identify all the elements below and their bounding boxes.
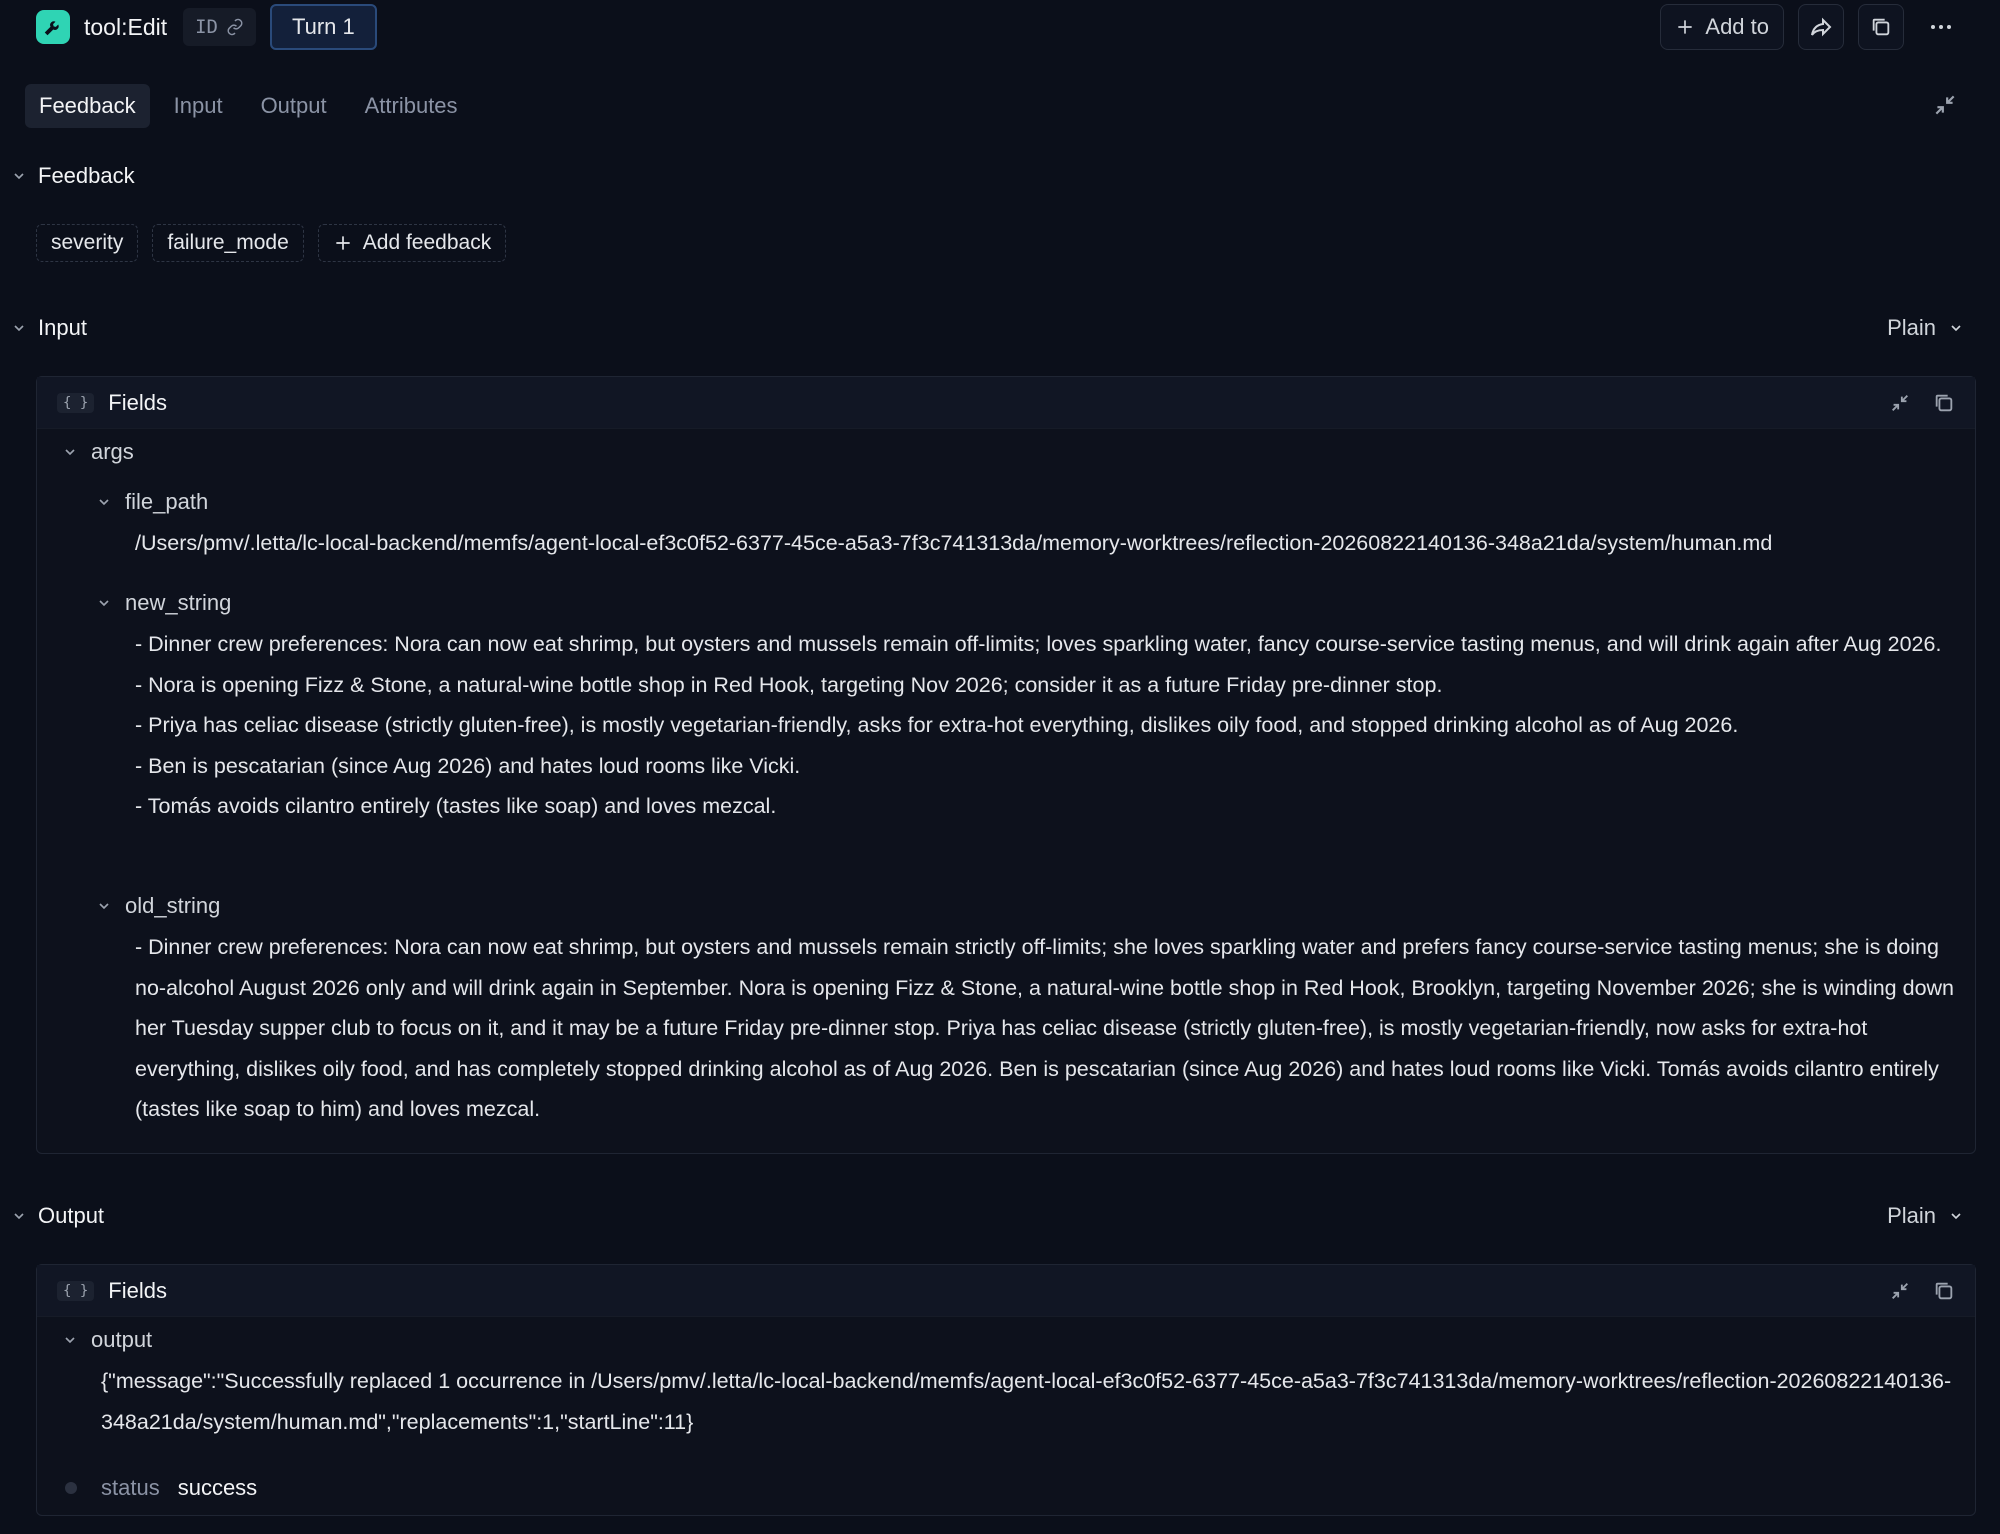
collapse-all-button[interactable] [1932,92,1958,118]
turn-button[interactable]: Turn 1 [270,4,377,50]
copy-icon[interactable] [1933,1280,1955,1302]
collapse-icon[interactable] [1889,392,1911,414]
tab-feedback[interactable]: Feedback [25,84,150,128]
add-feedback-label: Add feedback [362,231,492,254]
tree-node-status: status success [65,1475,257,1501]
add-to-button[interactable]: Add to [1660,4,1784,50]
tree-key: args [91,439,134,464]
tab-attributes[interactable]: Attributes [351,84,472,128]
old-string-value: - Dinner crew preferences: Nora can now … [135,935,1960,1121]
feedback-chips: severity failure_mode Add feedback [36,224,507,262]
chevron-down-icon [6,320,32,336]
tree-key: new_string [125,590,232,615]
tab-bar: Feedback Input Output Attributes [25,84,472,128]
feedback-heading: Feedback [38,163,135,188]
chevron-down-icon [57,444,83,460]
input-section-header[interactable]: Input Plain [0,310,2000,346]
chevron-down-icon [1948,320,1964,336]
tree-key: file_path [125,489,209,514]
output-panel-title: Fields [108,1277,167,1303]
chevron-down-icon [1948,1208,1964,1224]
tab-output[interactable]: Output [247,84,341,128]
output-panel-actions [1889,1280,1955,1302]
tree-node-file-path[interactable]: file_path [91,489,208,515]
copy-icon [1870,16,1892,38]
feedback-chip-failure-mode[interactable]: failure_mode [152,224,304,262]
chevron-down-icon [57,1332,83,1348]
output-value: {"message":"Successfully replaced 1 occu… [101,1369,1952,1434]
wrench-icon [36,10,70,44]
braces-icon: { } [57,1280,95,1301]
tree-key: status [101,1475,160,1500]
feedback-chip-severity[interactable]: severity [36,224,139,262]
tab-input[interactable]: Input [160,84,237,128]
top-bar: tool:Edit ID Turn 1 Add to [0,0,2000,54]
input-fields-panel: { } Fields args file_path /Users/pmv/.le… [36,376,1976,1154]
collapse-icon[interactable] [1889,1280,1911,1302]
tree-node-args[interactable]: args [57,439,134,465]
output-format-label: Plain [1887,1203,1936,1228]
tool-title: tool:Edit [84,13,168,40]
id-label: ID [195,16,218,38]
output-panel-header: { } Fields [37,1265,1975,1317]
input-panel-title: Fields [108,389,167,415]
output-heading: Output [38,1203,105,1228]
input-format-label: Plain [1887,315,1936,340]
file-path-value: /Users/pmv/.letta/lc-local-backend/memfs… [135,531,1773,555]
plus-icon [1675,17,1695,37]
more-button[interactable] [1918,4,1964,50]
copy-icon[interactable] [1933,392,1955,414]
chevron-down-icon [6,168,32,184]
input-format-select[interactable]: Plain [1887,315,1964,341]
tree-key: old_string [125,893,221,918]
turn-label: Turn 1 [292,14,355,39]
output-fields-panel: { } Fields output {"message":"Successful… [36,1264,1976,1516]
more-icon [1930,23,1952,31]
feedback-chip-label: failure_mode [167,231,289,254]
input-panel-actions [1889,392,1955,414]
tree-node-output[interactable]: output [57,1327,152,1353]
id-copy-button[interactable]: ID [183,8,256,46]
braces-icon: { } [57,392,95,413]
tree-key: output [91,1327,153,1352]
share-button[interactable] [1798,4,1844,50]
add-to-label: Add to [1705,14,1769,39]
duplicate-button[interactable] [1858,4,1904,50]
share-icon [1809,15,1833,39]
output-format-select[interactable]: Plain [1887,1203,1964,1229]
add-feedback-button[interactable]: Add feedback [317,224,507,262]
plus-icon [333,233,353,253]
feedback-chip-label: severity [51,231,124,254]
status-dot-icon [65,1482,77,1494]
top-actions: Add to [1660,4,1964,50]
new-string-value: - Dinner crew preferences: Nora can now … [135,632,1942,818]
tree-node-new-string[interactable]: new_string [91,590,231,616]
chevron-down-icon [91,898,117,914]
chevron-down-icon [91,494,117,510]
feedback-section-header[interactable]: Feedback [0,158,2000,194]
input-heading: Input [38,315,87,340]
tree-node-old-string[interactable]: old_string [91,893,220,919]
input-panel-header: { } Fields [37,377,1975,429]
status-value: success [177,1475,258,1500]
link-icon [226,18,244,36]
chevron-down-icon [6,1208,32,1224]
output-section-header[interactable]: Output Plain [0,1198,2000,1234]
collapse-icon [1932,92,1958,118]
chevron-down-icon [91,595,117,611]
